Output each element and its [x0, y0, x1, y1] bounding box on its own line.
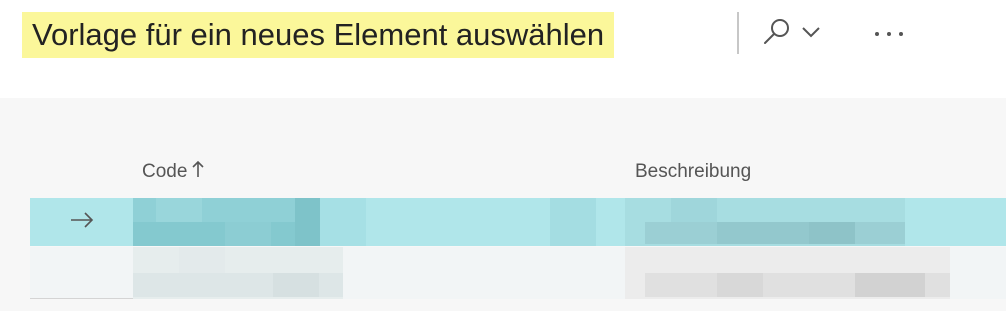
table-row[interactable]: [30, 198, 1006, 246]
row-selector[interactable]: [30, 198, 133, 246]
row-code-cell-overflow: [320, 198, 620, 246]
row-divider: [30, 298, 133, 299]
row-code-cell[interactable]: [133, 198, 320, 246]
search-button[interactable]: [760, 14, 834, 54]
row-code-cell[interactable]: [133, 247, 343, 299]
chevron-down-icon: [800, 24, 822, 45]
page-title: Vorlage für ein neues Element auswählen: [22, 12, 615, 58]
column-header-code-label: Code: [142, 161, 188, 182]
arrow-up-icon: [191, 159, 205, 186]
row-description-cell[interactable]: [625, 247, 950, 299]
column-header-description[interactable]: Beschreibung: [635, 160, 751, 184]
page-header: Vorlage für ein neues Element auswählen: [0, 0, 1006, 98]
more-options-button[interactable]: [866, 14, 912, 54]
arrow-right-icon: [68, 210, 96, 235]
table-row[interactable]: [30, 247, 1006, 299]
row-description-cell[interactable]: [625, 198, 905, 246]
column-header-code[interactable]: Code: [142, 160, 205, 184]
column-header-description-label: Beschreibung: [635, 161, 752, 182]
header-divider: [737, 12, 739, 54]
more-horizontal-icon: [866, 32, 912, 58]
search-icon: [760, 15, 794, 54]
